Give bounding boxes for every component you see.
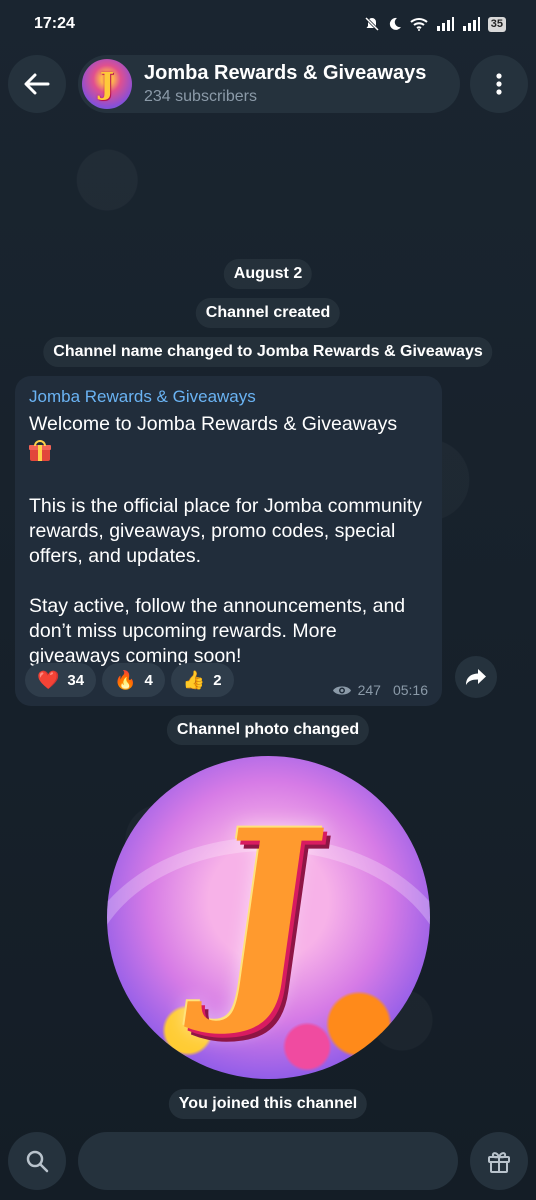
status-time: 17:24	[34, 15, 75, 32]
reaction-count: 4	[144, 671, 153, 689]
channel-info-button[interactable]: J Jomba Rewards & Giveaways 234 subscrib…	[78, 55, 460, 113]
message-bubble[interactable]: Jomba Rewards & Giveaways Welcome to Jom…	[15, 376, 442, 706]
reaction-thumbs-up[interactable]: 👍 2	[170, 663, 234, 697]
reaction-count: 34	[67, 671, 85, 689]
gift-icon	[488, 1152, 510, 1173]
subscriber-count: 234 subscribers	[144, 88, 257, 105]
moon-icon	[389, 17, 401, 30]
mute-icon	[364, 16, 379, 32]
search-icon	[26, 1150, 49, 1173]
status-bar: 17:24 35	[0, 0, 536, 48]
wifi-icon	[410, 18, 428, 31]
more-vertical-icon	[496, 73, 502, 95]
back-button[interactable]	[8, 55, 66, 113]
message-author[interactable]: Jomba Rewards & Giveaways	[29, 386, 428, 408]
battery-icon: 35	[487, 16, 506, 32]
service-photo-changed: Channel photo changed	[166, 715, 370, 745]
status-icons: 35	[364, 16, 506, 32]
message-text: Welcome to Jomba Rewards & Giveaways Thi…	[29, 412, 428, 669]
message-time: 05:16	[392, 682, 428, 698]
menu-button[interactable]	[470, 55, 528, 113]
signal-icon	[462, 17, 480, 31]
channel-title: Jomba Rewards & Giveaways	[144, 62, 427, 84]
heart-icon: ❤️	[37, 670, 60, 690]
channel-bottom-field[interactable]	[78, 1132, 458, 1190]
arrow-left-icon	[24, 73, 50, 95]
message-meta: 247 05:16	[332, 682, 428, 698]
channel-photo[interactable]: J	[107, 756, 430, 1079]
reaction-count: 2	[213, 671, 222, 689]
avatar-letter: J	[99, 66, 115, 102]
service-joined: You joined this channel	[168, 1089, 368, 1119]
service-channel-created: Channel created	[195, 298, 341, 328]
fire-icon: 🔥	[114, 670, 137, 690]
share-arrow-icon	[466, 669, 486, 685]
gift-icon	[29, 440, 51, 462]
date-separator: August 2	[223, 259, 313, 289]
reaction-fire[interactable]: 🔥 4	[102, 663, 165, 697]
service-name-changed: Channel name changed to Jomba Rewards & …	[43, 337, 493, 367]
thumbs-up-icon: 👍	[182, 670, 206, 690]
message-paragraph-2: This is the official place for Jomba com…	[29, 495, 423, 567]
channel-avatar[interactable]: J	[82, 59, 132, 109]
view-count: 247	[357, 682, 381, 698]
search-button[interactable]	[8, 1132, 66, 1190]
signal-icon	[436, 17, 454, 31]
message-paragraph-3: Stay active, follow the announcements, a…	[29, 595, 406, 667]
bottom-bar	[0, 1132, 536, 1190]
message-line1: Welcome to Jomba Rewards & Giveaways	[29, 413, 398, 435]
share-button[interactable]	[455, 656, 497, 698]
channel-title-block: Jomba Rewards & Giveaways 234 subscriber…	[144, 61, 426, 107]
photo-letter: J	[198, 781, 339, 1040]
reaction-heart[interactable]: ❤️ 34	[25, 663, 97, 697]
gift-button[interactable]	[470, 1132, 528, 1190]
reactions-row: ❤️ 34 🔥 4 👍 2	[25, 663, 234, 697]
chat-header: J Jomba Rewards & Giveaways 234 subscrib…	[8, 55, 528, 113]
eye-icon	[332, 685, 351, 695]
